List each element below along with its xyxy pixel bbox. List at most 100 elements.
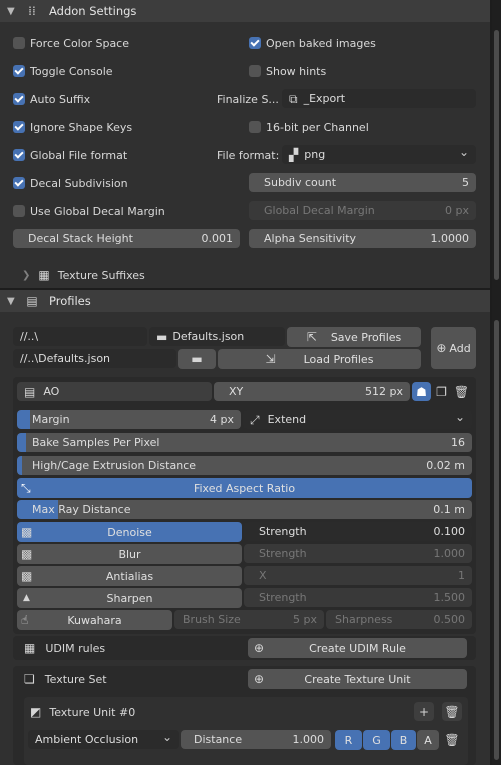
plus-circle-icon: ⊕ bbox=[254, 641, 265, 655]
profile-path-field[interactable]: //..\Defaults.json bbox=[13, 349, 176, 368]
save-profiles-button[interactable]: ⇱ Save Profiles bbox=[287, 327, 421, 347]
checker-icon: ▩ bbox=[21, 569, 33, 583]
profiles-title: Profiles bbox=[49, 294, 91, 308]
texture-unit-icon: ◩ bbox=[30, 705, 42, 719]
trash-icon: 🗑 bbox=[453, 384, 470, 399]
plus-circle-icon: ⊕ bbox=[254, 672, 265, 686]
addon-settings-header[interactable]: ▼ ⁞⁞ Addon Settings bbox=[0, 0, 490, 22]
scrollbar[interactable] bbox=[492, 0, 501, 765]
cage-extrusion-slider[interactable]: High/Cage Extrusion Distance 0.02 m bbox=[17, 456, 472, 475]
finalize-suffix-field[interactable]: ⧉ _Export bbox=[282, 89, 476, 108]
kuwahara-toggle[interactable]: ☝ Kuwahara bbox=[17, 610, 172, 630]
profile-file-field[interactable]: ▬ Defaults.json bbox=[149, 327, 285, 346]
folder-icon: ▬ bbox=[191, 352, 203, 366]
channel-g-toggle[interactable]: G bbox=[363, 730, 390, 750]
auto-suffix-checkbox[interactable]: Auto Suffix bbox=[13, 89, 90, 109]
scrollbar-thumb-top[interactable] bbox=[494, 30, 499, 280]
denoise-toggle[interactable]: ▩ Denoise bbox=[17, 522, 242, 542]
bake-samples-slider[interactable]: Bake Samples Per Pixel 16 bbox=[17, 433, 472, 452]
ghost-icon: ☗ bbox=[416, 384, 427, 399]
chevron-down-icon: ▼ bbox=[7, 295, 15, 307]
profiles-icon: ▤ bbox=[26, 294, 38, 308]
brush-icon: ☝ bbox=[21, 613, 29, 627]
subdiv-count-field[interactable]: Subdiv count 5 bbox=[249, 173, 476, 192]
chevron-down-icon: ▼ bbox=[7, 5, 15, 17]
finalize-label: Finalize S... bbox=[217, 92, 279, 106]
distance-field[interactable]: Distance 1.000 bbox=[181, 730, 331, 749]
plus-icon: + bbox=[418, 704, 430, 719]
checker-icon: ▩ bbox=[21, 547, 33, 561]
denoise-strength-field[interactable]: Strength 0.100 bbox=[244, 522, 472, 541]
map-icon: ▤ bbox=[24, 384, 36, 399]
checker-icon: ▩ bbox=[21, 525, 33, 539]
grid-icon: ▦ bbox=[24, 641, 36, 655]
ghost-toggle-button[interactable]: ☗ bbox=[412, 382, 431, 401]
profiles-header[interactable]: ▼ ▤ Profiles bbox=[0, 290, 490, 312]
delete-map-button[interactable]: 🗑 bbox=[452, 382, 471, 401]
texture-suffixes-subpanel[interactable]: ❯ ▦ Texture Suffixes bbox=[22, 265, 145, 285]
file-format-dropdown[interactable]: ▞ png bbox=[282, 145, 476, 164]
trash-icon: 🗑 bbox=[444, 733, 460, 747]
map-name-field[interactable]: ▤ AO bbox=[17, 382, 212, 401]
decal-subdivision-checkbox[interactable]: Decal Subdivision bbox=[13, 173, 128, 193]
global-file-format-checkbox[interactable]: Global File format bbox=[13, 145, 127, 165]
16-bit-checkbox[interactable]: 16-bit per Channel bbox=[249, 117, 369, 137]
scrollbar-thumb-bottom[interactable] bbox=[494, 320, 499, 760]
use-global-decal-margin-checkbox[interactable]: Use Global Decal Margin bbox=[13, 201, 165, 221]
add-unit-button[interactable]: + bbox=[414, 702, 434, 721]
unit-type-dropdown[interactable]: Ambient Occlusion bbox=[28, 730, 179, 749]
show-hints-checkbox[interactable]: Show hints bbox=[249, 61, 326, 81]
texture-icon: ▦ bbox=[38, 268, 50, 282]
sharpen-strength-field: Strength 1.500 bbox=[244, 588, 472, 607]
ignore-shape-keys-checkbox[interactable]: Ignore Shape Keys bbox=[13, 117, 132, 137]
copy-map-button[interactable]: ❐ bbox=[432, 382, 451, 401]
sharpness-field: Sharpness 0.500 bbox=[326, 610, 472, 629]
triangle-up-icon: ▲ bbox=[23, 593, 30, 603]
create-udim-rule-button[interactable]: ⊕ Create UDIM Rule bbox=[248, 638, 467, 658]
profile-directory-field[interactable]: //..\ bbox=[13, 327, 147, 346]
export-icon: ⇱ bbox=[306, 330, 317, 344]
blur-strength-field: Strength 1.000 bbox=[244, 544, 472, 563]
delete-unit-button[interactable]: 🗑 bbox=[442, 702, 462, 721]
channel-b-toggle[interactable]: B bbox=[391, 730, 416, 750]
texture-unit-title: ◩ Texture Unit #0 bbox=[30, 705, 136, 719]
brush-size-field: Brush Size 5 px bbox=[174, 610, 324, 629]
fixed-aspect-ratio-toggle[interactable]: ⤡ Fixed Aspect Ratio bbox=[17, 478, 472, 498]
add-profile-button[interactable]: ⊕ Add bbox=[431, 327, 476, 369]
alpha-sensitivity-field[interactable]: Alpha Sensitivity 1.0000 bbox=[249, 229, 476, 248]
trash-icon: 🗑 bbox=[444, 704, 460, 719]
browse-folder-button[interactable]: ▬ bbox=[178, 349, 216, 369]
margin-slider[interactable]: Margin 4 px bbox=[17, 410, 241, 429]
channel-r-toggle[interactable]: R bbox=[335, 730, 362, 750]
addon-settings-title: Addon Settings bbox=[49, 4, 137, 18]
decal-stack-height-field[interactable]: Decal Stack Height 0.001 bbox=[13, 229, 240, 248]
force-color-space-checkbox[interactable]: Force Color Space bbox=[13, 33, 129, 53]
settings-grid-icon: ⁞⁞ bbox=[28, 4, 36, 18]
global-decal-margin-field: Global Decal Margin 0 px bbox=[249, 201, 476, 220]
plus-circle-icon: ⊕ bbox=[436, 341, 447, 355]
create-texture-unit-button[interactable]: ⊕ Create Texture Unit bbox=[248, 669, 467, 689]
expand-arrows-icon: ⤢ bbox=[250, 412, 260, 427]
max-ray-distance-slider[interactable]: Max Ray Distance 0.1 m bbox=[17, 500, 472, 519]
channel-a-toggle[interactable]: A bbox=[417, 730, 439, 750]
sharpen-toggle[interactable]: ▲ Sharpen bbox=[17, 588, 242, 608]
resolution-field[interactable]: XY 512 px bbox=[214, 382, 410, 401]
texture-set-icon: ❏ bbox=[24, 672, 35, 686]
open-baked-images-checkbox[interactable]: Open baked images bbox=[249, 33, 376, 53]
toggle-console-checkbox[interactable]: Toggle Console bbox=[13, 61, 113, 81]
aspect-ratio-icon: ⤡ bbox=[21, 481, 31, 495]
chevron-right-icon: ❯ bbox=[22, 269, 31, 281]
texture-set-label: ❏ Texture Set bbox=[24, 672, 107, 686]
blur-toggle[interactable]: ▩ Blur bbox=[17, 544, 242, 564]
udim-rules-label: ▦ UDIM rules bbox=[24, 641, 106, 655]
antialias-toggle[interactable]: ▩ Antialias bbox=[17, 566, 242, 586]
image-icon: ▞ bbox=[289, 147, 299, 162]
delete-channel-button[interactable]: 🗑 bbox=[441, 730, 463, 750]
load-profiles-button[interactable]: ⇲ Load Profiles bbox=[218, 349, 421, 369]
antialias-x-field: X1 bbox=[244, 566, 472, 585]
margin-type-dropdown[interactable]: ⤢ Extend bbox=[243, 410, 472, 429]
folder-icon: ▬ bbox=[156, 329, 168, 344]
file-format-label: File format: bbox=[217, 148, 280, 162]
duplicate-icon: ❐ bbox=[436, 384, 447, 399]
copy-icon: ⧉ bbox=[289, 91, 298, 106]
